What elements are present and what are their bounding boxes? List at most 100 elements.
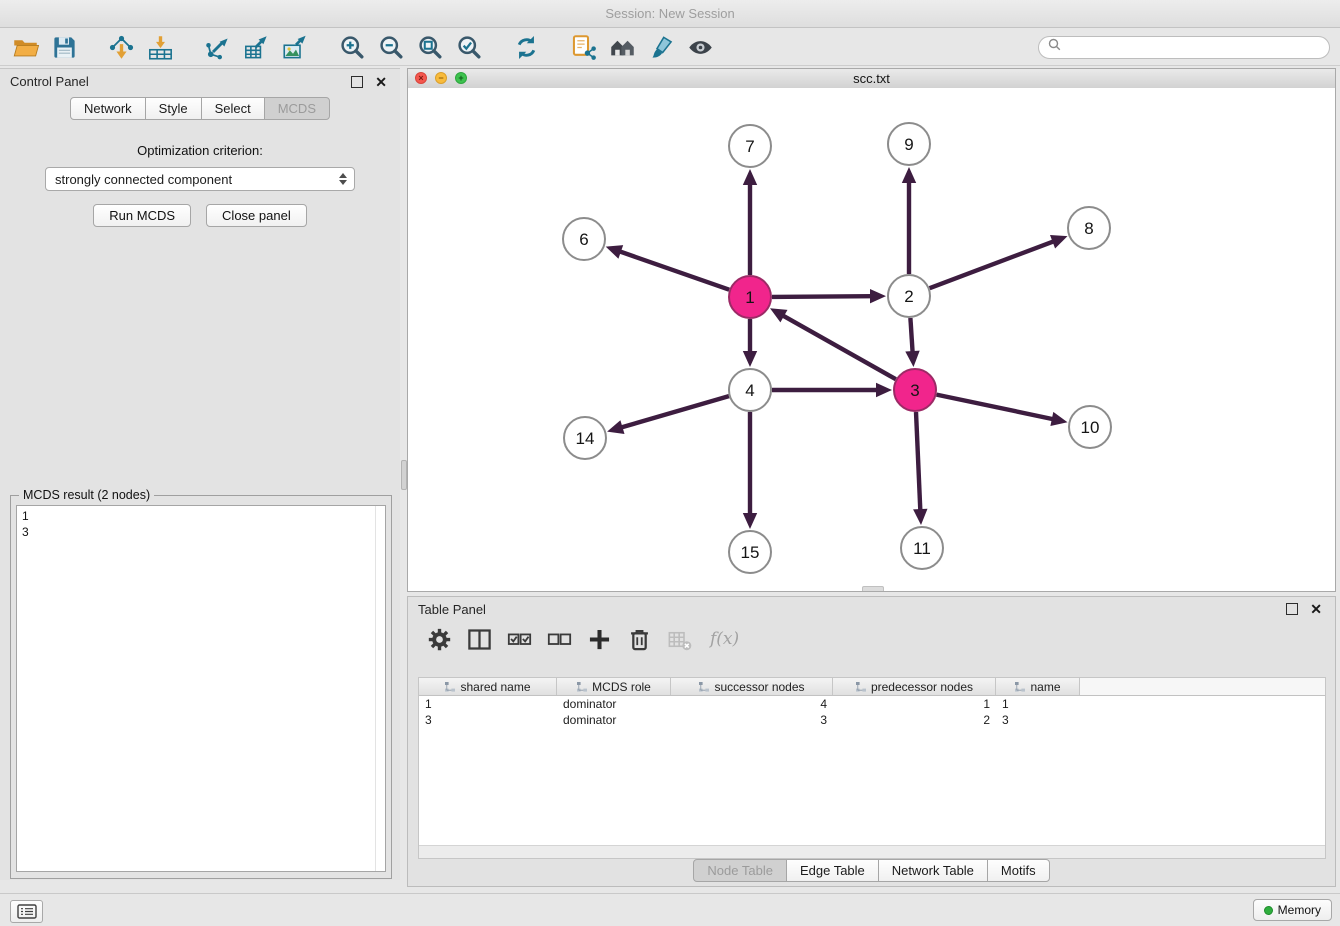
tab-select[interactable]: Select	[201, 97, 265, 120]
tab-mcds[interactable]: MCDS	[264, 97, 330, 120]
console-button[interactable]	[10, 900, 43, 923]
table-row[interactable]: 1dominator411	[419, 696, 1325, 712]
graph-edge-3-10[interactable]	[937, 395, 1068, 426]
tab-style[interactable]: Style	[145, 97, 202, 120]
memory-button[interactable]: Memory	[1253, 899, 1332, 921]
tab-network-table[interactable]: Network Table	[878, 859, 988, 882]
graph-edge-2-3[interactable]	[905, 318, 919, 367]
graph-node-2[interactable]: 2	[888, 275, 930, 317]
table-cell-successor-nodes[interactable]: 3	[671, 712, 833, 728]
graph-node-14[interactable]: 14	[564, 417, 606, 459]
table-settings-icon[interactable]	[426, 626, 453, 653]
save-session-icon[interactable]	[49, 32, 79, 62]
graph-edge-4-3[interactable]	[772, 383, 892, 397]
column-header-mcds-role[interactable]: MCDS role	[557, 678, 671, 695]
table-cell-mcds-role[interactable]: dominator	[557, 712, 671, 728]
graph-node-8[interactable]: 8	[1068, 207, 1110, 249]
window-zoom-icon[interactable]	[455, 72, 467, 84]
add-column-icon[interactable]	[586, 626, 613, 653]
graph-node-6[interactable]: 6	[563, 218, 605, 260]
graph-edge-1-6[interactable]	[606, 245, 730, 290]
graph-edge-4-15[interactable]	[743, 412, 757, 529]
graph-edge-4-14[interactable]	[607, 396, 729, 434]
table-row[interactable]: 3dominator323	[419, 712, 1325, 728]
table-cell-shared-name[interactable]: 1	[419, 696, 557, 712]
refresh-view-icon[interactable]	[511, 32, 541, 62]
zoom-selected-icon[interactable]	[454, 32, 484, 62]
search-input[interactable]	[1066, 39, 1320, 55]
graph-node-10[interactable]: 10	[1069, 406, 1111, 448]
delete-column-icon[interactable]	[626, 626, 653, 653]
zoom-in-icon[interactable]	[337, 32, 367, 62]
result-scrollbar[interactable]	[375, 506, 376, 871]
zoom-out-icon[interactable]	[376, 32, 406, 62]
deselect-all-rows-icon[interactable]	[546, 626, 573, 653]
float-table-panel-icon[interactable]	[1286, 603, 1298, 615]
table-cell-mcds-role[interactable]: dominator	[557, 696, 671, 712]
graph-edge-2-9[interactable]	[902, 167, 916, 274]
toolbar-group	[10, 32, 79, 62]
column-header-successor-nodes[interactable]: successor nodes	[671, 678, 833, 695]
window-close-icon[interactable]	[415, 72, 427, 84]
run-mcds-button[interactable]: Run MCDS	[93, 204, 191, 227]
column-header-label: MCDS role	[592, 680, 651, 694]
search-box[interactable]	[1038, 36, 1330, 59]
graph-node-11[interactable]: 11	[901, 527, 943, 569]
column-header-name[interactable]: name	[996, 678, 1080, 695]
tab-motifs[interactable]: Motifs	[987, 859, 1050, 882]
import-table-from-file-icon[interactable]	[145, 32, 175, 62]
apply-style-icon[interactable]	[646, 32, 676, 62]
zoom-fit-icon[interactable]	[415, 32, 445, 62]
search-icon	[1048, 38, 1061, 56]
graph-edge-3-11[interactable]	[913, 412, 927, 525]
panel-resize-grip[interactable]	[862, 586, 884, 591]
graph-node-1[interactable]: 1	[729, 276, 771, 318]
window-minimize-icon[interactable]	[435, 72, 447, 84]
graph-node-3[interactable]: 3	[894, 369, 936, 411]
close-table-panel-icon[interactable]	[1310, 604, 1322, 614]
export-table-icon[interactable]	[241, 32, 271, 62]
table-cell-successor-nodes[interactable]: 4	[671, 696, 833, 712]
show-graphics-details-icon[interactable]	[685, 32, 715, 62]
svg-text:9: 9	[904, 135, 913, 154]
graph-node-7[interactable]: 7	[729, 125, 771, 167]
graph-edge-1-4[interactable]	[743, 319, 757, 367]
graph-edge-1-2[interactable]	[772, 289, 886, 303]
tab-node-table[interactable]: Node Table	[693, 859, 787, 882]
network-canvas[interactable]: 7 9 6 8 1 2 4 3 14 10 15 11	[408, 88, 1335, 591]
table-cell-predecessor-nodes[interactable]: 2	[833, 712, 996, 728]
first-neighbors-icon[interactable]	[607, 32, 637, 62]
network-file-share-icon[interactable]	[568, 32, 598, 62]
tab-edge-table[interactable]: Edge Table	[786, 859, 879, 882]
graph-node-15[interactable]: 15	[729, 531, 771, 573]
table-header-row: shared name MCDS role successor nodesprede…	[419, 678, 1325, 696]
graph-edge-2-8[interactable]	[930, 235, 1068, 288]
graph-edge-3-1[interactable]	[770, 308, 896, 379]
graph-node-9[interactable]: 9	[888, 123, 930, 165]
table-cell-name[interactable]: 1	[996, 696, 1080, 712]
table-cell-predecessor-nodes[interactable]: 1	[833, 696, 996, 712]
close-panel-icon[interactable]	[375, 77, 387, 87]
graph-node-4[interactable]: 4	[729, 369, 771, 411]
table-cell-shared-name[interactable]: 3	[419, 712, 557, 728]
import-network-from-file-icon[interactable]	[106, 32, 136, 62]
float-panel-icon[interactable]	[351, 76, 363, 88]
criterion-dropdown[interactable]: strongly connected component	[45, 167, 355, 191]
open-file-icon[interactable]	[10, 32, 40, 62]
network-graph[interactable]: 7 9 6 8 1 2 4 3 14 10 15 11	[408, 88, 1335, 591]
tab-network[interactable]: Network	[70, 97, 146, 120]
close-panel-button[interactable]: Close panel	[206, 204, 307, 227]
mcds-result-legend: MCDS result (2 nodes)	[19, 488, 154, 502]
network-window-titlebar[interactable]: scc.txt	[408, 69, 1335, 89]
column-header-shared-name[interactable]: shared name	[419, 678, 557, 695]
table-cell-name[interactable]: 3	[996, 712, 1080, 728]
export-network-icon[interactable]	[202, 32, 232, 62]
column-header-predecessor-nodes[interactable]: predecessor nodes	[833, 678, 996, 695]
vertical-splitter[interactable]	[400, 68, 407, 880]
table-horizontal-scrollbar[interactable]	[419, 845, 1325, 858]
export-image-icon[interactable]	[280, 32, 310, 62]
graph-edge-1-7[interactable]	[743, 169, 757, 275]
toolbar-icon-groups	[10, 32, 742, 62]
toggle-columns-icon[interactable]	[466, 626, 493, 653]
select-all-rows-icon[interactable]	[506, 626, 533, 653]
